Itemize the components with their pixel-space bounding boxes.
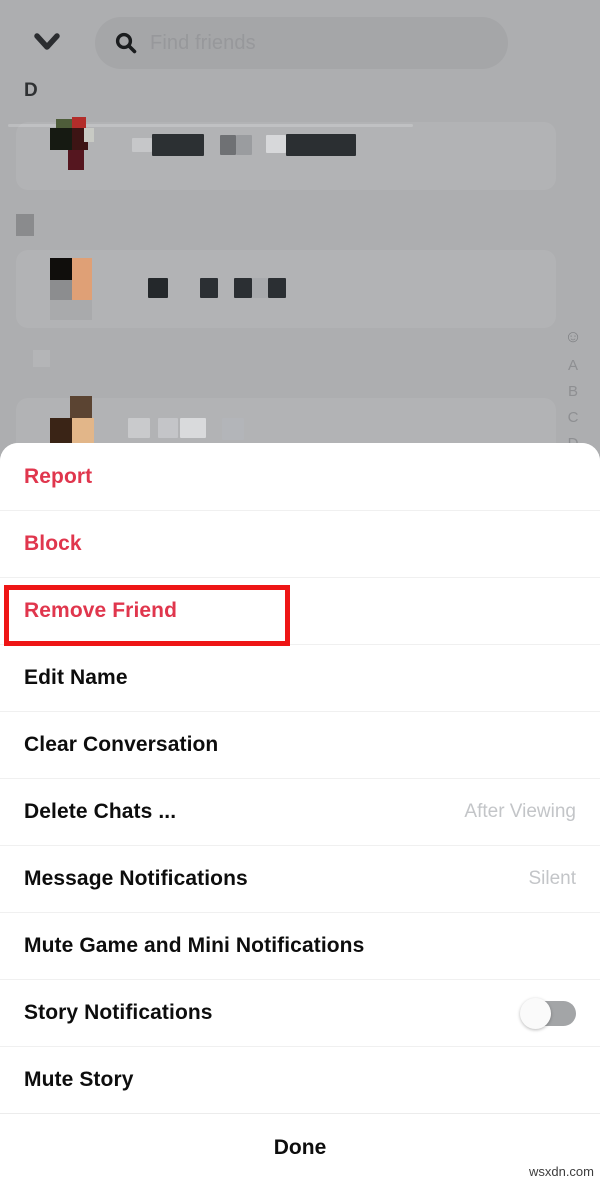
search-input[interactable]: Find friends	[95, 17, 508, 69]
search-icon	[113, 30, 139, 56]
menu-item-story-notifications[interactable]: Story Notifications	[0, 979, 600, 1046]
redacted-name	[234, 278, 252, 298]
top-navigation-bar: Find friends	[0, 0, 600, 76]
list-item[interactable]	[16, 250, 556, 328]
menu-item-label: Mute Story	[24, 1068, 134, 1091]
redacted-name	[220, 135, 236, 155]
redacted-name	[180, 418, 206, 438]
menu-item-label: Remove Friend	[24, 599, 178, 622]
redacted-name	[266, 135, 286, 153]
redacted-name	[132, 138, 152, 152]
menu-item-label: Edit Name	[24, 666, 128, 689]
menu-item-label: Clear Conversation	[24, 733, 219, 756]
redacted-glyph	[33, 350, 50, 367]
search-placeholder: Find friends	[150, 31, 256, 54]
menu-item-report[interactable]: Report	[0, 443, 600, 510]
menu-item-mute-story[interactable]: Mute Story	[0, 1046, 600, 1113]
alphabet-index[interactable]: ☺ A B C D	[560, 326, 586, 457]
redacted-name	[158, 418, 178, 438]
redacted-name	[286, 134, 356, 156]
smiley-face-icon[interactable]: ☺	[564, 326, 581, 347]
section-header-letter: D	[24, 80, 38, 101]
menu-item-label: Message Notifications	[24, 867, 248, 890]
menu-item-mute-game-and-mini-notifications[interactable]: Mute Game and Mini Notifications	[0, 912, 600, 979]
menu-item-label: Report	[24, 464, 93, 488]
menu-item-clear-conversation[interactable]: Clear Conversation	[0, 711, 600, 778]
menu-item-label: Delete Chats ...	[24, 800, 177, 823]
toggle-knob	[520, 998, 551, 1029]
menu-item-label: Story Notifications	[24, 1001, 213, 1024]
menu-item-label: Block	[24, 532, 82, 555]
list-item[interactable]	[16, 117, 556, 190]
menu-item-value: After Viewing	[464, 801, 576, 822]
redacted-name	[222, 418, 244, 440]
avatar	[50, 117, 98, 171]
redacted-name	[200, 278, 218, 298]
avatar	[50, 258, 98, 320]
menu-item-delete-chats[interactable]: Delete Chats ... After Viewing	[0, 778, 600, 845]
redacted-glyph	[16, 214, 34, 236]
redacted-name	[152, 134, 204, 156]
redacted-name	[252, 278, 268, 298]
chevron-down-icon[interactable]	[26, 24, 68, 58]
menu-item-block[interactable]: Block	[0, 510, 600, 577]
done-button-label: Done	[273, 1135, 327, 1159]
alpha-index-letter[interactable]: B	[568, 379, 578, 405]
redacted-name	[268, 278, 286, 298]
redacted-name	[148, 278, 168, 298]
watermark: wsxdn.com	[528, 1164, 594, 1179]
menu-item-value: Silent	[528, 868, 576, 889]
app-screenshot: Find friends D ☺ A B C Report Block Remo…	[0, 0, 600, 1183]
menu-item-edit-name[interactable]: Edit Name	[0, 644, 600, 711]
alpha-index-letter[interactable]: A	[568, 353, 578, 379]
done-button[interactable]: Done	[0, 1113, 600, 1181]
menu-item-remove-friend[interactable]: Remove Friend	[0, 577, 600, 644]
alpha-index-letter[interactable]: C	[568, 405, 579, 431]
redacted-name	[128, 418, 150, 438]
menu-item-label: Mute Game and Mini Notifications	[24, 934, 365, 957]
story-notifications-toggle[interactable]	[520, 998, 576, 1029]
menu-item-message-notifications[interactable]: Message Notifications Silent	[0, 845, 600, 912]
redacted-name	[236, 135, 252, 155]
friend-options-action-sheet: Report Block Remove Friend Edit Name Cle…	[0, 443, 600, 1183]
